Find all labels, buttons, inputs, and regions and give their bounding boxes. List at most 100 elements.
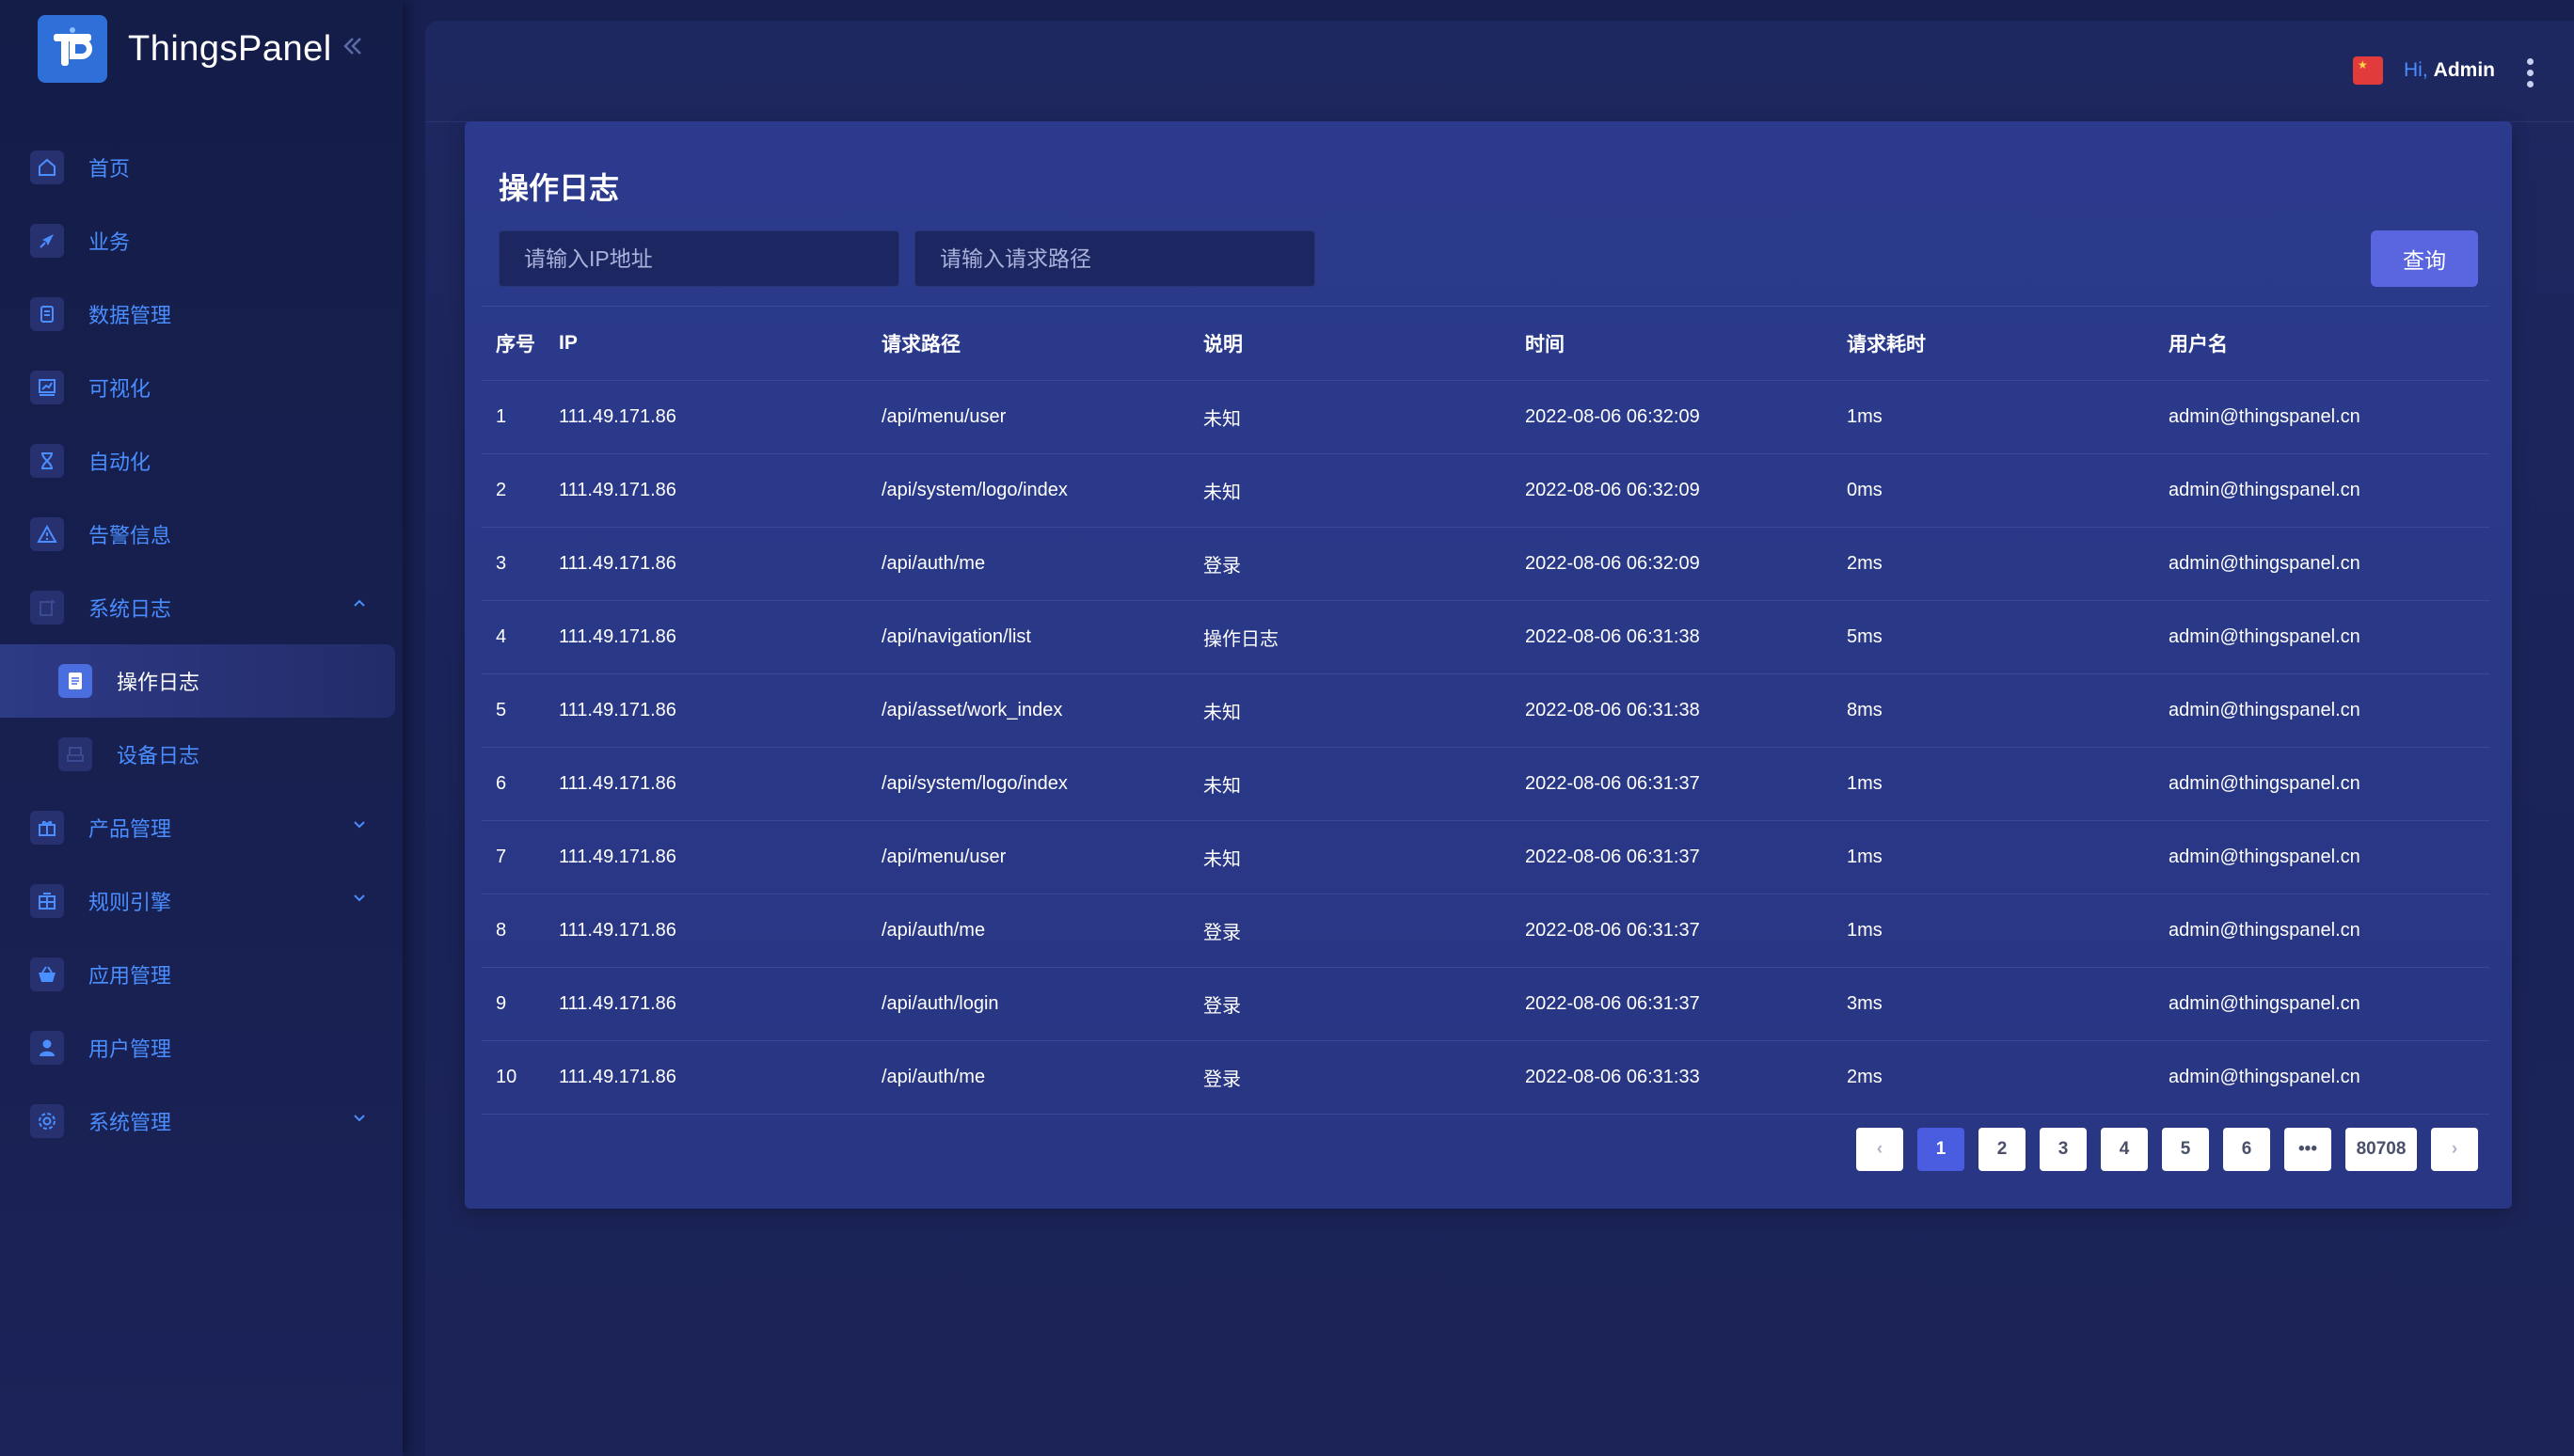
table-cell: 111.49.171.86	[559, 920, 676, 941]
table-cell: 2022-08-06 06:32:09	[1525, 480, 1700, 500]
table-row: 10 111.49.171.86/api/auth/me 登录 2022-08-06 …	[482, 1041, 2489, 1115]
app-name: ThingsPanel	[128, 28, 332, 69]
sidebar-item-alarms[interactable]: 告警信息	[0, 498, 403, 571]
table-row: 8 111.49.171.86/api/auth/me 登录 2022-08-06 0…	[482, 894, 2489, 968]
table-cell: 4	[496, 626, 507, 647]
table-cell: 6	[496, 773, 507, 794]
chevron-down-icon	[352, 890, 367, 910]
table-cell: admin@thingspanel.cn	[2169, 847, 2360, 867]
table-row: 5 111.49.171.86/api/asset/work_index 未知 202…	[482, 674, 2489, 748]
table-cell: 2022-08-06 06:31:37	[1525, 773, 1700, 794]
sidebar-item-label: 自动化	[88, 451, 151, 474]
ip-address-input[interactable]	[499, 230, 899, 287]
table-cell: 111.49.171.86	[559, 1067, 676, 1087]
table-cell: 未知	[1203, 409, 1241, 430]
sidebar-item-label: 业务	[88, 230, 131, 254]
table-cell: 111.49.171.86	[559, 993, 676, 1014]
query-button[interactable]: 查询	[2371, 230, 2478, 287]
column-header: 用户名	[2169, 334, 2228, 356]
table-cell: 111.49.171.86	[559, 480, 676, 500]
table-cell: /api/auth/login	[882, 993, 999, 1014]
sidebar-item-visualization[interactable]: 可视化	[0, 351, 403, 424]
request-path-input[interactable]	[914, 230, 1315, 287]
table-cell: 2022-08-06 06:31:33	[1525, 1067, 1700, 1087]
table-cell: 登录	[1203, 556, 1241, 577]
page-button[interactable]: 5	[2162, 1128, 2209, 1171]
table-cell: 2	[496, 480, 507, 500]
sidebar-item-automation[interactable]: 自动化	[0, 424, 403, 498]
table-cell: 5ms	[1847, 626, 1883, 647]
column-header: 请求路径	[882, 334, 961, 356]
table-cell: /api/auth/me	[882, 1067, 986, 1087]
gift-icon	[30, 811, 64, 845]
brand: ThingsPanel	[38, 15, 366, 83]
table-cell: 2022-08-06 06:31:37	[1525, 847, 1700, 867]
chart-icon	[30, 371, 64, 404]
table-cell: /api/system/logo/index	[882, 480, 1068, 500]
table-cell: 登录	[1203, 996, 1241, 1017]
table-cell: 10	[496, 1067, 517, 1087]
greeting: Hi,	[2404, 59, 2428, 81]
table-cell: admin@thingspanel.cn	[2169, 553, 2360, 574]
table-cell: 3	[496, 553, 507, 574]
prev-page-button[interactable]: ‹	[1856, 1128, 1903, 1171]
sidebar-item-system-management[interactable]: 系统管理	[0, 1084, 403, 1158]
page-button[interactable]: 6	[2223, 1128, 2270, 1171]
collapse-sidebar-icon[interactable]	[340, 31, 366, 68]
sidebar-item-user-management[interactable]: 用户管理	[0, 1011, 403, 1084]
next-page-button[interactable]: ›	[2431, 1128, 2478, 1171]
table-cell: 未知	[1203, 776, 1241, 797]
page-button[interactable]: 4	[2101, 1128, 2148, 1171]
column-header: 序号	[496, 334, 535, 356]
table-cell: 9	[496, 993, 507, 1014]
page-button[interactable]: 80708	[2345, 1128, 2417, 1171]
table-cell: admin@thingspanel.cn	[2169, 773, 2360, 794]
sidebar-item-data-management[interactable]: 数据管理	[0, 277, 403, 351]
database-icon	[30, 297, 64, 331]
home-icon	[30, 150, 64, 184]
top-bar: Hi, Admin	[425, 21, 2574, 122]
table-cell: admin@thingspanel.cn	[2169, 920, 2360, 941]
user-menu[interactable]: Hi, Admin	[2353, 56, 2495, 85]
sidebar-item-home[interactable]: 首页	[0, 131, 403, 204]
thingspanel-logo-icon	[38, 15, 107, 83]
page-button[interactable]: 1	[1917, 1128, 1964, 1171]
sidebar-item-business[interactable]: 业务	[0, 204, 403, 277]
sidebar-item-rule-engine[interactable]: 规则引擎	[0, 864, 403, 938]
sidebar-menu: 首页 业务 数据管理 可视化 自动化 告警信息 系统日志 操作日志 设备日志 产…	[0, 131, 403, 1158]
page-button[interactable]: 2	[1978, 1128, 2026, 1171]
table-cell: 0ms	[1847, 480, 1883, 500]
more-options-icon[interactable]	[2527, 58, 2534, 87]
table-cell: 7	[496, 847, 507, 867]
table-cell: 111.49.171.86	[559, 700, 676, 720]
warning-icon	[30, 517, 64, 551]
page-button[interactable]: 3	[2040, 1128, 2087, 1171]
table-row: 7 111.49.171.86/api/menu/user 未知 2022-08-06…	[482, 821, 2489, 894]
sidebar-item-label: 可视化	[88, 377, 151, 401]
table-cell: 111.49.171.86	[559, 847, 676, 867]
table-cell: 2022-08-06 06:31:37	[1525, 993, 1700, 1014]
table-row: 9 111.49.171.86/api/auth/login 登录 2022-08-0…	[482, 968, 2489, 1041]
table-cell: /api/navigation/list	[882, 626, 1031, 647]
sidebar-item-product-management[interactable]: 产品管理	[0, 791, 403, 864]
sidebar-item-device-log[interactable]: 设备日志	[0, 718, 403, 791]
language-flag-icon[interactable]	[2353, 56, 2383, 85]
sidebar-item-operation-log[interactable]: 操作日志	[0, 644, 395, 718]
table-row: 6 111.49.171.86/api/system/logo/index 未知 20…	[482, 748, 2489, 821]
table-body: 1 111.49.171.86/api/menu/user 未知 2022-08-06…	[482, 381, 2489, 1115]
column-header: IP	[559, 332, 578, 354]
table-cell: 2022-08-06 06:31:37	[1525, 920, 1700, 941]
gear-icon	[30, 1104, 64, 1138]
basket-icon	[30, 957, 64, 991]
table-cell: 2022-08-06 06:32:09	[1525, 553, 1700, 574]
more-pages-button[interactable]: •••	[2284, 1128, 2331, 1171]
table-cell: 2022-08-06 06:31:38	[1525, 626, 1700, 647]
table-cell: 2022-08-06 06:31:38	[1525, 700, 1700, 720]
sidebar-item-system-log[interactable]: 系统日志	[0, 571, 403, 644]
table-row: 4 111.49.171.86/api/navigation/list 操作日志 20…	[482, 601, 2489, 674]
sidebar: ThingsPanel 首页 业务 数据管理 可视化 自动化 告警信息 系统日志…	[0, 0, 403, 1456]
table-cell: admin@thingspanel.cn	[2169, 700, 2360, 720]
sidebar-item-label: 数据管理	[88, 304, 172, 327]
sidebar-item-app-management[interactable]: 应用管理	[0, 938, 403, 1011]
table-cell: 登录	[1203, 923, 1241, 943]
